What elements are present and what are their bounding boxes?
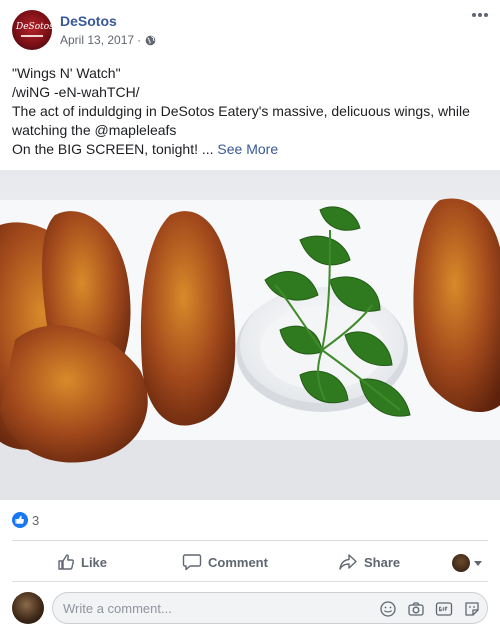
comment-button[interactable]: Comment	[182, 546, 268, 578]
page-name-link[interactable]: DeSotos	[60, 13, 117, 29]
comment-input[interactable]: Write a comment...	[52, 592, 488, 624]
share-arrow-icon	[339, 554, 357, 570]
post-text: "Wings N' Watch" /wiNG -eN-wahTCH/ The a…	[12, 64, 490, 159]
gif-icon[interactable]	[435, 600, 453, 618]
post-text-line-2: /wiNG -eN-wahTCH/	[12, 84, 140, 100]
page-avatar[interactable]: DeSotos	[12, 10, 52, 50]
post-actions: Like Comment Share	[0, 546, 500, 578]
divider-top	[12, 540, 488, 541]
comment-tools	[379, 600, 481, 618]
share-label: Share	[364, 554, 401, 570]
share-button[interactable]: Share	[338, 546, 400, 578]
like-button[interactable]: Like	[57, 546, 107, 578]
thumbs-up-icon	[58, 554, 75, 570]
post-header: DeSotos DeSotos April 13, 2017 ·	[0, 0, 500, 58]
meta-separator: ·	[137, 33, 142, 47]
post-text-line-4-text: On the BIG SCREEN, tonight! ...	[12, 141, 214, 157]
reaction-summary[interactable]: 3	[12, 512, 39, 528]
avatar-logo-line	[21, 35, 43, 37]
like-reaction-icon	[12, 512, 28, 528]
comment-label: Comment	[208, 554, 268, 570]
wings-photo-illustration	[0, 198, 500, 500]
post-text-line-1: "Wings N' Watch"	[12, 65, 121, 81]
post-meta: April 13, 2017 ·	[60, 33, 156, 47]
thumbs-up-badge-icon	[15, 515, 24, 524]
post-text-line-4: On the BIG SCREEN, tonight! ... See More	[12, 140, 490, 159]
divider-bottom	[12, 581, 488, 582]
audience-avatar	[452, 554, 470, 572]
post-text-line-3: The act of induldging in DeSotos Eatery'…	[12, 103, 470, 138]
commenter-avatar	[12, 592, 44, 624]
see-more-link[interactable]: See More	[217, 141, 278, 157]
comment-composer: Write a comment...	[0, 590, 500, 626]
globe-icon[interactable]	[145, 35, 156, 46]
avatar-logo-text: DeSotos	[16, 22, 52, 32]
reaction-count: 3	[32, 512, 40, 528]
post-as-selector[interactable]	[452, 554, 482, 572]
speech-bubble-icon	[182, 554, 202, 571]
smiley-icon[interactable]	[379, 600, 397, 618]
post-photo[interactable]	[0, 170, 500, 500]
like-label: Like	[81, 554, 108, 570]
post-date[interactable]: April 13, 2017	[60, 33, 134, 47]
camera-icon[interactable]	[407, 600, 425, 618]
comment-placeholder: Write a comment...	[63, 601, 172, 616]
more-options-icon[interactable]	[470, 8, 490, 22]
sticker-icon[interactable]	[463, 600, 481, 618]
chevron-down-icon	[474, 560, 482, 566]
